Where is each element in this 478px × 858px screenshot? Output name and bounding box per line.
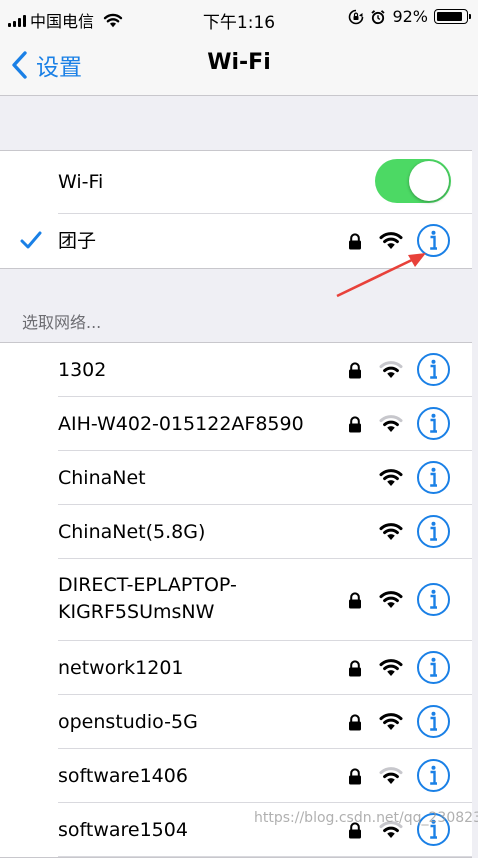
wifi-signal-icon [379, 469, 403, 486]
network-name: ChinaNet [58, 467, 146, 489]
network-row[interactable]: software1406 [0, 749, 472, 803]
choose-network-header: 选取网络... [22, 313, 102, 332]
lock-icon [349, 714, 361, 731]
network-row[interactable]: AIH-W402-015122AF8590 [0, 397, 472, 451]
wifi-toggle-row: Wi-Fi [0, 151, 472, 214]
network-name: 1302 [58, 359, 107, 381]
info-icon[interactable] [416, 650, 451, 685]
battery-icon [434, 9, 471, 24]
checkmark-icon [20, 231, 42, 249]
info-icon[interactable] [416, 704, 451, 739]
page-title: Wi-Fi [207, 50, 271, 75]
wifi-signal-icon [379, 415, 403, 432]
lock-icon [349, 233, 361, 250]
network-row[interactable]: DIRECT-EPLAPTOP- KIGRF5SUmsNW [0, 559, 472, 641]
network-name: network1201 [58, 657, 184, 679]
nav-bar: 设置 Wi-Fi [0, 36, 478, 96]
connected-network-name: 团子 [58, 230, 97, 252]
wifi-signal-icon [379, 523, 403, 540]
wifi-signal-icon [379, 361, 403, 378]
watermark: https://blog.csdn.net/qq_23082345 [254, 810, 478, 826]
status-bar: 中国电信 下午1:16 92% [0, 0, 478, 36]
lock-icon [349, 768, 361, 785]
toggle-knob [409, 161, 449, 201]
alarm-icon [371, 9, 386, 24]
wifi-signal-icon [379, 713, 403, 730]
network-name: AIH-W402-015122AF8590 [58, 413, 304, 435]
network-name: DIRECT-EPLAPTOP- KIGRF5SUmsNW [58, 574, 237, 623]
wifi-label: Wi-Fi [58, 171, 104, 193]
wifi-signal-icon [379, 591, 403, 608]
annotation-arrow [336, 253, 426, 298]
network-row[interactable]: ChinaNet [0, 451, 472, 505]
network-row[interactable]: 1302 [0, 343, 472, 397]
info-icon[interactable] [416, 352, 451, 387]
status-right: 92% [348, 7, 471, 26]
lock-icon [349, 362, 361, 379]
info-icon[interactable] [416, 406, 451, 441]
network-name: software1504 [58, 819, 188, 841]
info-icon[interactable] [416, 514, 451, 549]
network-name: openstudio-5G [58, 711, 198, 733]
wifi-toggle[interactable] [375, 159, 451, 203]
info-icon[interactable] [416, 460, 451, 495]
wifi-signal-icon [379, 767, 403, 784]
network-row[interactable]: network1201 [0, 641, 472, 695]
info-icon[interactable] [416, 582, 451, 617]
network-name: ChinaNet(5.8G) [58, 521, 206, 543]
scroll-edge [472, 96, 478, 840]
network-row[interactable]: ChinaNet(5.8G) [0, 505, 472, 559]
battery-level [437, 12, 462, 21]
wifi-signal-icon [379, 232, 403, 249]
lock-icon [349, 592, 361, 609]
network-list: 1302 AIH-W402-015122AF8590 ChinaNet ChinaNe… [0, 342, 472, 858]
info-icon[interactable] [416, 758, 451, 793]
lock-icon [349, 416, 361, 433]
wifi-signal-icon [379, 659, 403, 676]
orientation-lock-icon [349, 9, 364, 24]
battery-percent: 92% [392, 7, 428, 26]
lock-icon [349, 660, 361, 677]
network-name: software1406 [58, 765, 188, 787]
network-row[interactable]: openstudio-5G [0, 695, 472, 749]
